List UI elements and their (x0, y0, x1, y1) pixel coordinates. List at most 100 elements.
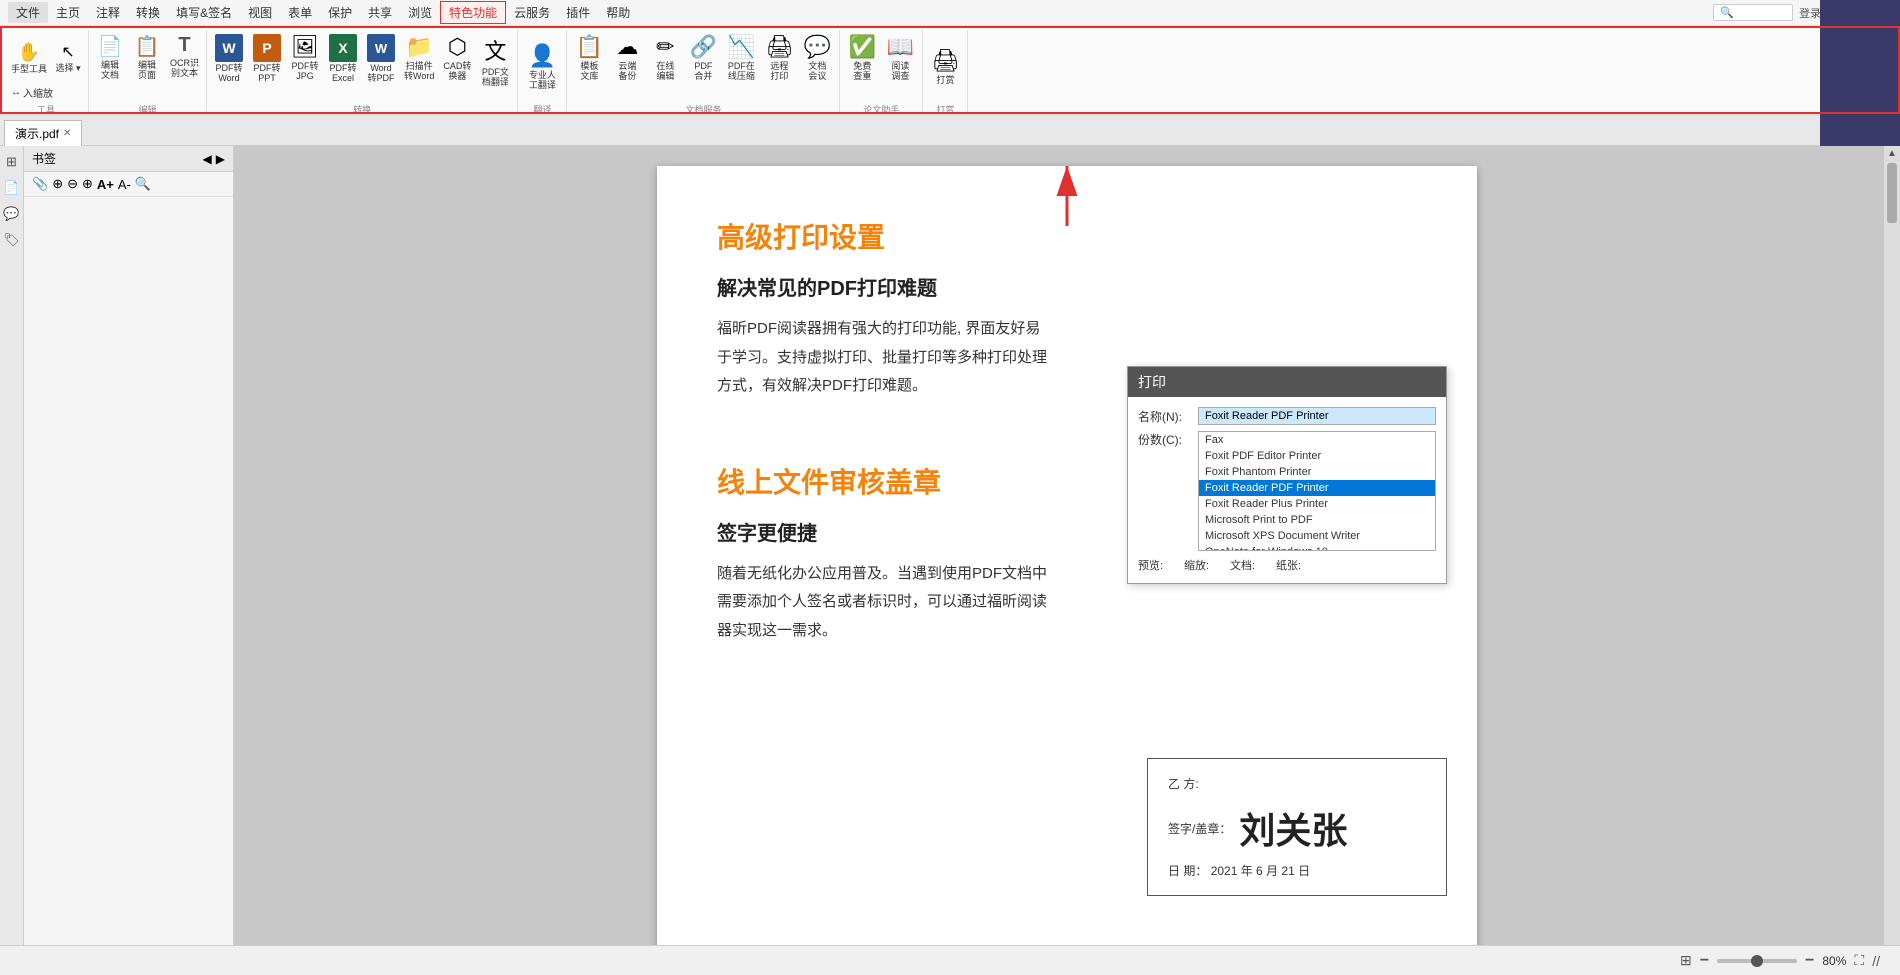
tab-bar: 演示.pdf ✕ PDF编辑器 ☁ 🔄 (0, 116, 1900, 146)
expand-icon[interactable]: ⊞ (1680, 952, 1692, 969)
printer-option-foxit-phantom[interactable]: Foxit Phantom Printer (1199, 464, 1435, 480)
sidebar-tool-1[interactable]: 📎 (32, 176, 48, 192)
sidebar-title: 书签 (32, 150, 56, 167)
tag-icon[interactable]: 🏷 (3, 232, 20, 248)
scroll-up-btn[interactable]: ▲ (1887, 148, 1897, 159)
hand-tool-btn[interactable]: ✋ 手型工具 (8, 40, 50, 77)
menu-item-home[interactable]: 主页 (48, 2, 88, 23)
pdf-to-word-btn[interactable]: W PDF转Word (211, 32, 247, 86)
sig-date: 日 期： 2021 年 6 月 21 日 (1168, 862, 1426, 879)
cad-converter-btn[interactable]: ⬡ CAD转换器 (439, 32, 475, 84)
sidebar-header: 书签 ◀ ▶ (24, 146, 233, 172)
ribbon-group-docservices: 📋 模板文库 ☁ 云端备份 ✏ 在线编辑 🔗 PDF合并 📉 PDF在 (567, 30, 840, 116)
remote-print-btn[interactable]: 🖨 远程打印 (761, 32, 797, 84)
ribbon-group-tools: ✋ 手型工具 ↖ 选择 ▾ ↔ 入缩放 工具 (4, 30, 89, 116)
select-tool-btn[interactable]: ↖ 选择 ▾ (52, 40, 84, 76)
ribbon-group-translate: 👤 专业人工翻译 翻译 (518, 30, 567, 116)
sig-label: 签字/盖章： (1168, 820, 1231, 837)
ribbon-group-edit: 📄 编辑文档 📋 编辑页面 T OCR识别文本 编辑 (89, 30, 207, 116)
ocr-btn[interactable]: T OCR识别文本 (167, 32, 202, 81)
sig-party-label: 乙 方: (1168, 775, 1426, 792)
menu-item-comment[interactable]: 注释 (88, 2, 128, 23)
menu-item-cloud[interactable]: 云服务 (506, 2, 558, 23)
printer-option-ms-xps[interactable]: Microsoft XPS Document Writer (1199, 528, 1435, 544)
edit-doc-btn[interactable]: 📄 编辑文档 (93, 32, 127, 83)
thumbnail-icon[interactable]: ⊞ (6, 154, 17, 170)
read-survey-btn[interactable]: 📖 阅读调查 (882, 32, 918, 84)
menu-item-special[interactable]: 特色功能 (440, 1, 506, 24)
grid-view-btn[interactable]: // (1872, 953, 1880, 969)
pdf-compress-btn[interactable]: 📉 PDF在线压缩 (723, 32, 759, 84)
printer-name-input[interactable] (1198, 407, 1436, 425)
printer-option-foxit-plus[interactable]: Foxit Reader Plus Printer (1199, 496, 1435, 512)
menu-item-fillsign[interactable]: 填写&签名 (168, 2, 240, 23)
menu-item-help[interactable]: 帮助 (598, 2, 638, 23)
edit-page-btn[interactable]: 📋 编辑页面 (130, 32, 164, 83)
scan-to-word-btn[interactable]: 📁 扫描件转Word (401, 32, 437, 84)
free-check-btn[interactable]: ✅ 免费查重 (844, 32, 880, 84)
zoom-minus-btn[interactable]: − (1700, 952, 1709, 970)
bottom-bar: ⊞ − − 80% ⛶ // (0, 945, 1900, 975)
sidebar-tool-2[interactable]: ⊕ (52, 176, 63, 192)
sig-name: 刘关张 (1239, 802, 1347, 854)
cloud-backup-btn[interactable]: ☁ 云端备份 (609, 32, 645, 84)
menu-item-view[interactable]: 视图 (240, 2, 280, 23)
zoom-level: 80% (1822, 954, 1846, 968)
pdf-to-jpg-btn[interactable]: 🖼 PDF转JPG (287, 32, 323, 84)
pdf-translator-btn[interactable]: 文 PDF文档翻译 (477, 32, 513, 90)
printer-list[interactable]: Fax Foxit PDF Editor Printer Foxit Phant… (1198, 431, 1436, 551)
template-lib-btn[interactable]: 📋 模板文库 (571, 32, 607, 84)
menu-item-file[interactable]: 文件 (8, 2, 48, 23)
sidebar-toolbar: 📎 ⊕ ⊖ ⊕ A+ A- 🔍 (24, 172, 233, 197)
sidebar-tool-3[interactable]: ⊖ (67, 176, 78, 192)
printer-option-onenote[interactable]: OneNote for Windows 10 (1199, 544, 1435, 551)
pdf-to-excel-btn[interactable]: X PDF转Excel (325, 32, 361, 86)
comment-icon[interactable]: 💬 (3, 206, 19, 222)
sidebar-collapse-btn[interactable]: ◀ (203, 152, 212, 166)
print-dialog: 打印 名称(N): 份数(C): Fax Foxit PDF Editor Pr… (1127, 366, 1447, 584)
menu-item-protect[interactable]: 保护 (320, 2, 360, 23)
login-btn[interactable]: 登录 (1799, 5, 1821, 21)
word-to-pdf-btn[interactable]: W Word转PDF (363, 32, 399, 86)
right-scrollbar[interactable]: ▲ ▼ (1884, 146, 1900, 975)
print-tool-btn[interactable]: 🖨 打赏 (927, 46, 963, 88)
pdf-to-ppt-btn[interactable]: P PDF转PPT (249, 32, 285, 86)
tab-close-btn[interactable]: ✕ (63, 128, 71, 139)
section1-body: 福昕PDF阅读器拥有强大的打印功能, 界面友好易于学习。支持虚拟打印、批量打印等… (717, 315, 1157, 401)
printer-option-ms-pdf[interactable]: Microsoft Print to PDF (1199, 512, 1435, 528)
red-arrow (1037, 156, 1097, 241)
pdf-merge-btn[interactable]: 🔗 PDF合并 (685, 32, 721, 84)
section2-body: 随着无纸化办公应用普及。当遇到使用PDF文档中需要添加个人签名或者标识时，可以通… (717, 560, 1157, 646)
zoom-slider[interactable] (1717, 959, 1797, 963)
left-mini-bar: ⊞ 📄 💬 🏷 (0, 146, 24, 975)
ribbon: ✋ 手型工具 ↖ 选择 ▾ ↔ 入缩放 工具 📄 编辑文档 (0, 26, 1900, 116)
tab-label: 演示.pdf (15, 125, 59, 142)
zoom-plus-btn[interactable]: − (1805, 952, 1814, 970)
scroll-thumb[interactable] (1887, 163, 1897, 223)
signature-box: 乙 方: 签字/盖章： 刘关张 日 期： 2021 年 6 月 21 日 (1147, 758, 1447, 896)
sidebar: 书签 ◀ ▶ 📎 ⊕ ⊖ ⊕ A+ A- 🔍 (24, 146, 234, 975)
pdf-area: 高级打印设置 解决常见的PDF打印难题 福昕PDF阅读器拥有强大的打印功能, 界… (234, 146, 1900, 975)
online-edit-btn[interactable]: ✏ 在线编辑 (647, 32, 683, 84)
doc-meeting-btn[interactable]: 💬 文档会议 (799, 32, 835, 84)
sidebar-font-increase[interactable]: A+ (97, 177, 114, 192)
pro-translate-btn[interactable]: 👤 专业人工翻译 (522, 41, 562, 93)
sidebar-search[interactable]: 🔍 (135, 176, 151, 192)
ribbon-group-print: 🖨 打赏 打赏 (923, 30, 968, 116)
demo-pdf-tab[interactable]: 演示.pdf ✕ (4, 120, 82, 146)
sidebar-font-decrease[interactable]: A- (118, 177, 131, 192)
crop-tool-btn[interactable]: ↔ 入缩放 (8, 84, 84, 101)
menu-item-convert[interactable]: 转换 (128, 2, 168, 23)
menu-item-browse[interactable]: 浏览 (400, 2, 440, 23)
printer-option-foxit-editor[interactable]: Foxit PDF Editor Printer (1199, 448, 1435, 464)
fullscreen-btn[interactable]: ⛶ (1854, 952, 1864, 969)
page-icon[interactable]: 📄 (3, 180, 19, 196)
menu-item-plugin[interactable]: 插件 (558, 2, 598, 23)
zoom-thumb[interactable] (1751, 955, 1763, 967)
sidebar-tool-4[interactable]: ⊕ (82, 176, 93, 192)
printer-option-foxit-reader[interactable]: Foxit Reader PDF Printer (1199, 480, 1435, 496)
menu-item-share[interactable]: 共享 (360, 2, 400, 23)
printer-option-fax[interactable]: Fax (1199, 432, 1435, 448)
menu-item-form[interactable]: 表单 (280, 2, 320, 23)
sidebar-close-btn[interactable]: ▶ (216, 152, 225, 166)
